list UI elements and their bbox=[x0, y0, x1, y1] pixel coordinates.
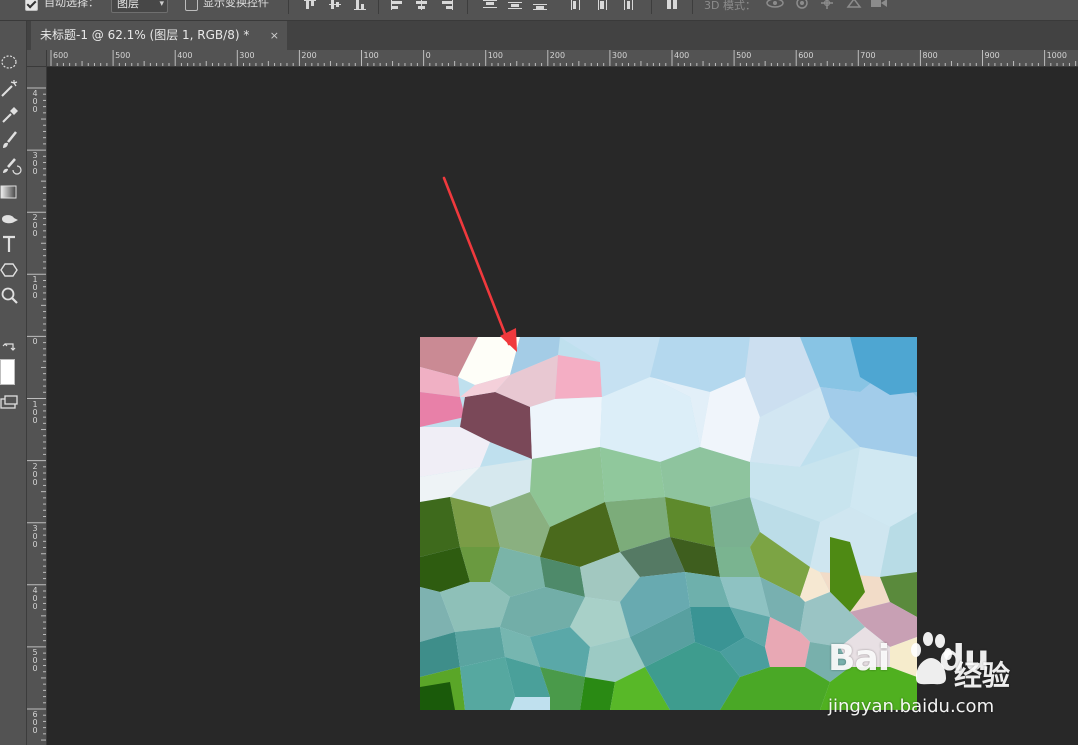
ruler-label: 1 0 0 bbox=[32, 399, 38, 425]
slide-3d-icon[interactable] bbox=[845, 0, 863, 9]
distribute-left-icon[interactable] bbox=[570, 0, 584, 10]
auto-align-icon[interactable] bbox=[666, 0, 680, 10]
baidu-watermark: Bai du 经验 jingyan.baidu.com bbox=[826, 624, 1026, 724]
ruler-label: 500 bbox=[736, 51, 752, 60]
type-tool[interactable] bbox=[0, 233, 22, 255]
ruler-label: 200 bbox=[301, 51, 317, 60]
watermark-logo-bai: Bai bbox=[828, 638, 890, 679]
swap-colors-icon[interactable] bbox=[0, 339, 22, 361]
ruler-label: 0 bbox=[425, 51, 431, 60]
ruler-label: 3 0 0 bbox=[32, 523, 38, 549]
align-left-icon[interactable] bbox=[390, 0, 404, 10]
align-right-icon[interactable] bbox=[440, 0, 454, 10]
divider bbox=[378, 0, 379, 14]
ruler-origin[interactable] bbox=[27, 50, 47, 67]
divider bbox=[651, 0, 652, 14]
auto-select-label: 自动选择： bbox=[44, 0, 99, 9]
distribute-top-icon[interactable] bbox=[483, 0, 497, 10]
mode-3d-label: 3D 模式： bbox=[704, 0, 756, 12]
blur-tool[interactable] bbox=[0, 207, 22, 229]
show-transform-label: 显示变换控件 bbox=[203, 0, 269, 9]
align-vertical-center-icon[interactable] bbox=[328, 0, 342, 10]
screen-mode-icon[interactable] bbox=[0, 393, 22, 415]
elliptical-marquee-tool[interactable] bbox=[0, 51, 22, 73]
ruler-label: 100 bbox=[363, 51, 379, 60]
ruler-label: 800 bbox=[922, 51, 938, 60]
chevron-down-icon: ▾ bbox=[159, 0, 164, 9]
ruler-label: 5 0 0 bbox=[32, 647, 38, 673]
checkbox-checked-icon bbox=[25, 0, 38, 11]
ruler-label: 1 0 0 bbox=[32, 275, 38, 301]
ruler-label: 6 0 0 bbox=[32, 710, 38, 735]
distribute-right-icon[interactable] bbox=[620, 0, 634, 10]
divider bbox=[467, 0, 468, 14]
watermark-url: jingyan.baidu.com bbox=[828, 696, 995, 717]
history-brush-tool[interactable] bbox=[0, 155, 22, 177]
paw-logo-icon bbox=[911, 632, 952, 685]
checkbox-unchecked-icon bbox=[185, 0, 198, 11]
horizontal-ruler[interactable]: 600 500 400 300 200 100 0 100 200 300 400 500 600 700… bbox=[47, 50, 1078, 67]
rotate-3d-icon[interactable] bbox=[766, 0, 784, 9]
ruler-label: 100 bbox=[487, 51, 503, 60]
ruler-label: 4 0 0 bbox=[32, 89, 38, 114]
vertical-ruler[interactable]: 4 0 0 3 0 0 2 0 0 1 0 0 0 1 0 0 2 0 0 3 0 0 4 0 … bbox=[27, 67, 47, 745]
drag-3d-icon[interactable] bbox=[818, 0, 836, 9]
options-bar: 自动选择： 图层 ▾ 显示变换控件 3D 模式： bbox=[0, 0, 1078, 21]
ruler-label: 700 bbox=[860, 51, 876, 60]
roll-3d-icon[interactable] bbox=[793, 0, 811, 9]
ruler-label: 2 0 0 bbox=[32, 213, 38, 239]
document-tab-bar: 未标题-1 @ 62.1% (图层 1, RGB/8) * × bbox=[27, 21, 1078, 50]
tools-panel bbox=[0, 21, 27, 745]
video-camera-icon[interactable] bbox=[870, 0, 888, 9]
distribute-bottom-icon[interactable] bbox=[533, 0, 547, 10]
brush-tool[interactable] bbox=[0, 129, 22, 151]
ruler-label: 4 0 0 bbox=[32, 585, 38, 611]
ruler-label: 2 0 0 bbox=[32, 461, 38, 487]
foreground-color-swatch[interactable] bbox=[0, 359, 15, 385]
ruler-label: 900 bbox=[984, 51, 1000, 60]
auto-select-target-dropdown[interactable]: 图层 ▾ bbox=[111, 0, 168, 13]
auto-select-target-value: 图层 bbox=[117, 0, 139, 10]
divider bbox=[692, 0, 693, 14]
zoom-tool[interactable] bbox=[0, 285, 22, 307]
distribute-horizontal-center-icon[interactable] bbox=[595, 0, 609, 10]
ruler-label: 300 bbox=[611, 51, 628, 60]
align-top-icon[interactable] bbox=[303, 0, 317, 10]
align-horizontal-center-icon[interactable] bbox=[415, 0, 429, 10]
ruler-label: 200 bbox=[549, 51, 566, 60]
watermark-cn-text: 经验 bbox=[954, 659, 1011, 692]
distribute-vertical-center-icon[interactable] bbox=[508, 0, 522, 10]
eyedropper-tool[interactable] bbox=[0, 103, 22, 125]
document-tab-title: 未标题-1 @ 62.1% (图层 1, RGB/8) * bbox=[40, 28, 250, 42]
ruler-label: 400 bbox=[674, 51, 690, 60]
ruler-label: 600 bbox=[53, 51, 69, 60]
polygon-shape-tool[interactable] bbox=[0, 259, 22, 281]
gradient-tool[interactable] bbox=[0, 181, 22, 203]
ruler-label: 400 bbox=[177, 51, 193, 60]
ruler-label: 300 bbox=[239, 51, 255, 60]
close-icon[interactable]: × bbox=[270, 21, 279, 50]
ruler-label: 500 bbox=[115, 51, 131, 60]
ruler-label: 600 bbox=[798, 51, 814, 60]
divider bbox=[288, 0, 289, 14]
ruler-label: 3 0 0 bbox=[32, 151, 38, 177]
magic-wand-tool[interactable] bbox=[0, 77, 22, 99]
ruler-label: 0 bbox=[32, 337, 38, 347]
align-bottom-icon[interactable] bbox=[353, 0, 367, 10]
ruler-label: 1000 bbox=[1046, 51, 1067, 60]
document-tab[interactable]: 未标题-1 @ 62.1% (图层 1, RGB/8) * × bbox=[31, 21, 287, 50]
